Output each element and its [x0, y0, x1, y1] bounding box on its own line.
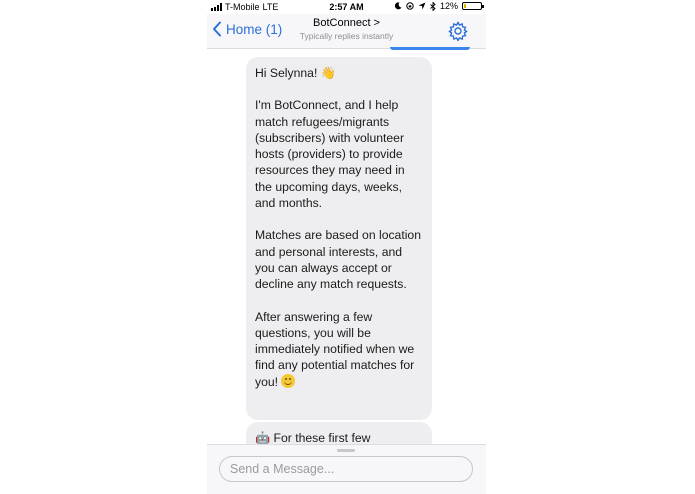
- battery-level: [464, 4, 466, 8]
- message-bubble: 🤖 For these first few: [246, 422, 432, 444]
- chevron-left-icon: [213, 21, 221, 37]
- status-right: 12%: [394, 1, 484, 11]
- conversation-header[interactable]: BotConnect > Typically replies instantly: [277, 17, 416, 41]
- gear-icon[interactable]: [448, 21, 468, 41]
- battery-percent: 12%: [439, 1, 458, 11]
- battery-icon: [462, 2, 484, 10]
- back-button-label: Home (1): [226, 21, 283, 37]
- drawer-handle[interactable]: [337, 449, 355, 452]
- status-bar: T-Mobile LTE 2:57 AM 12%: [207, 0, 486, 14]
- bluetooth-icon: [430, 1, 436, 11]
- navigation-bar: Home (1) BotConnect > Typically replies …: [207, 14, 486, 49]
- message-bubble: Hi Selynna! 👋 I'm BotConnect, and I help…: [246, 57, 432, 420]
- message-paragraph: Hi Selynna! 👋: [255, 66, 336, 80]
- conversation-title: BotConnect >: [313, 17, 380, 29]
- back-button[interactable]: Home (1): [212, 21, 282, 37]
- location-icon: [418, 2, 426, 10]
- rotation-lock-icon: [406, 2, 414, 10]
- message-paragraph: Matches are based on location and person…: [255, 228, 421, 292]
- phone-screen: T-Mobile LTE 2:57 AM 12% Home (1) BotCon…: [207, 0, 486, 494]
- moon-icon: [394, 2, 402, 10]
- conversation-subtitle: Typically replies instantly: [299, 31, 394, 41]
- message-thread[interactable]: Hi Selynna! 👋 I'm BotConnect, and I help…: [207, 49, 486, 444]
- message-paragraph: After answering a few questions, you wil…: [255, 309, 423, 390]
- message-composer: [207, 444, 486, 494]
- message-paragraph: I'm BotConnect, and I help match refugee…: [255, 98, 405, 211]
- smiling-face-icon: [281, 373, 296, 388]
- message-text: After answering a few questions, you wil…: [255, 309, 415, 389]
- message-paragraph: 🤖 For these first few: [255, 431, 371, 444]
- message-input[interactable]: [219, 456, 473, 482]
